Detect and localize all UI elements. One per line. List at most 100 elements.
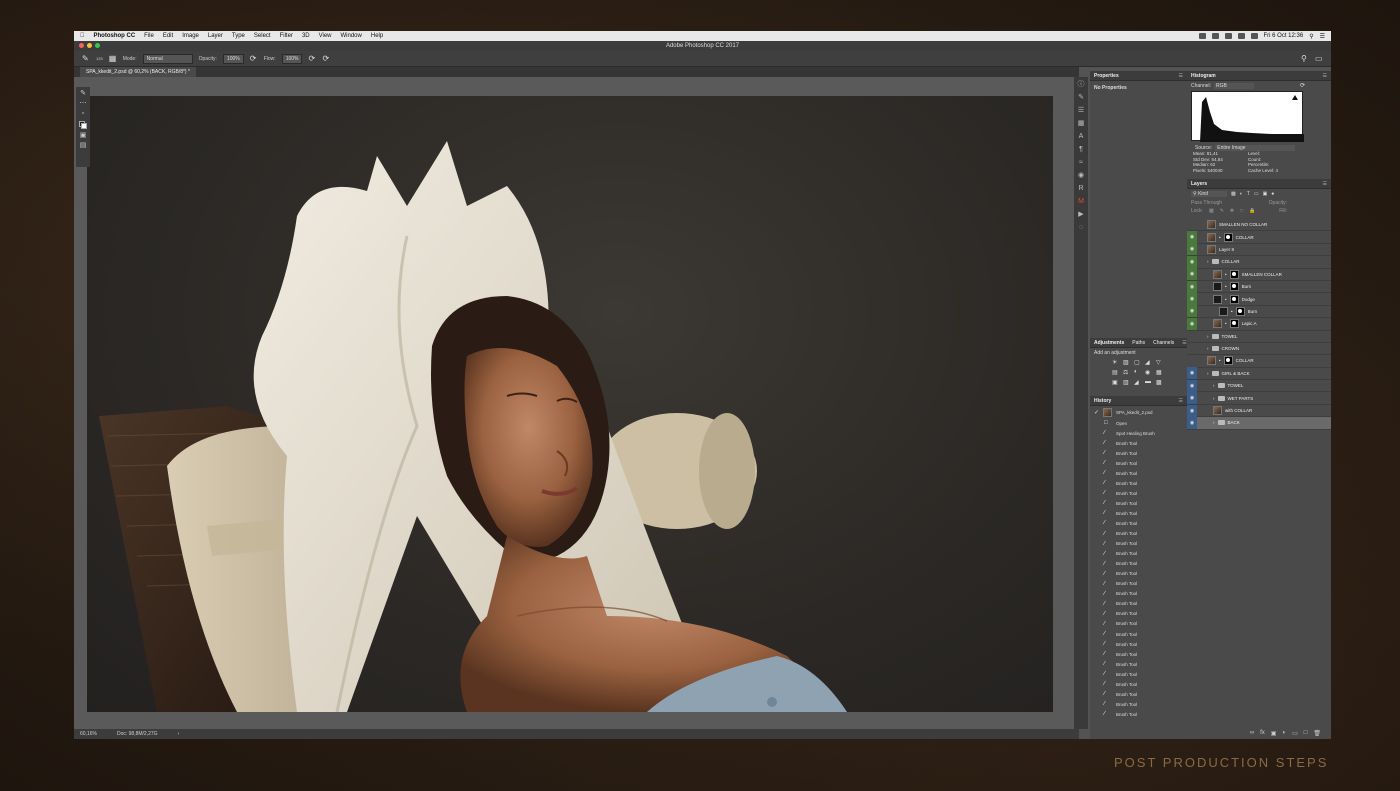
clone-source-icon[interactable]: ▦	[1078, 120, 1085, 127]
layer-row[interactable]: ◉ Layer 8	[1187, 243, 1331, 257]
visibility-eye-icon[interactable]: ◉	[1187, 404, 1197, 417]
visibility-eye-icon[interactable]	[1187, 219, 1197, 231]
expand-arrow-icon[interactable]: ›	[1213, 383, 1215, 388]
character-icon[interactable]: A	[1079, 133, 1084, 140]
blend-mode-select[interactable]: Pass Through	[1191, 200, 1222, 206]
chain-link-icon[interactable]: •	[1225, 284, 1227, 289]
volume-icon[interactable]	[1237, 33, 1245, 39]
layer-row[interactable]: ◉ › TOWEL	[1187, 379, 1331, 393]
screen-mode-icon[interactable]: ▤	[79, 142, 87, 149]
layer-filter-select[interactable]: ⚲ Kind	[1191, 191, 1227, 197]
delete-layer-icon[interactable]: 🗑	[1313, 730, 1321, 737]
menu-image[interactable]: Image	[182, 33, 199, 39]
close-window-icon[interactable]	[79, 43, 84, 48]
history-tab[interactable]: History	[1094, 398, 1111, 404]
default-colors-icon[interactable]: ▫	[79, 110, 87, 117]
selective-color-icon[interactable]: ▩	[1156, 379, 1164, 386]
history-item[interactable]: ∕ Brush Tool	[1090, 619, 1187, 629]
tab-channels[interactable]: Channels	[1153, 340, 1174, 346]
adjustment-thumbnail[interactable]	[1213, 294, 1222, 304]
mode-select[interactable]: Normal	[142, 53, 193, 64]
minimize-window-icon[interactable]	[87, 43, 92, 48]
chain-link-icon[interactable]: •	[1231, 309, 1233, 314]
brush-size[interactable]: 125	[96, 56, 103, 61]
sliders-icon[interactable]: ☰	[1078, 107, 1084, 114]
properties-tab[interactable]: Properties	[1094, 73, 1119, 79]
panel-menu-icon[interactable]: ☰	[1179, 73, 1183, 79]
doc-size[interactable]: Doc: 98,8M/2,27G	[117, 731, 158, 737]
status-icon[interactable]	[1198, 33, 1206, 39]
spotlight-icon[interactable]: ⚲	[1309, 33, 1313, 40]
channel-mixer-icon[interactable]: ▦	[1156, 369, 1164, 376]
background-color[interactable]	[81, 123, 87, 129]
visibility-eye-icon[interactable]: ◉	[1187, 255, 1197, 268]
layer-thumbnail[interactable]	[1207, 356, 1216, 366]
history-item[interactable]: ∕ Brush Tool	[1090, 559, 1187, 569]
history-item[interactable]: ∕ Brush Tool	[1090, 468, 1187, 478]
fx-icon[interactable]: fx	[1260, 730, 1265, 737]
menu-view[interactable]: View	[319, 33, 332, 39]
actions-play-icon[interactable]: ▶	[1078, 211, 1083, 218]
filter-adjustment-icon[interactable]: ◐	[1240, 191, 1243, 197]
layer-thumbnail[interactable]	[1213, 406, 1222, 416]
invert-icon[interactable]: ▣	[1112, 379, 1120, 386]
history-item[interactable]: ∕ Brush Tool	[1090, 649, 1187, 659]
layer-thumbnail[interactable]	[1207, 244, 1216, 254]
history-brush-source-icon[interactable]: ✓	[1094, 409, 1099, 416]
history-item[interactable]: ∕ Brush Tool	[1090, 629, 1187, 639]
layer-thumbnail[interactable]	[1213, 269, 1222, 279]
layer-mask-thumbnail[interactable]	[1229, 282, 1239, 292]
history-item[interactable]: ∕ Brush Tool	[1090, 458, 1187, 468]
layer-row[interactable]: ◉ • COLLAR	[1187, 231, 1331, 244]
chain-link-icon[interactable]: •	[1225, 272, 1227, 277]
history-item[interactable]: ∕ Brush Tool	[1090, 699, 1187, 709]
search-icon[interactable]: ⚲	[1301, 54, 1309, 63]
lock-move-icon[interactable]: ✥	[1230, 208, 1234, 214]
menu-help[interactable]: Help	[371, 33, 383, 39]
layer-row[interactable]: ◉ with COLLAR	[1187, 404, 1331, 418]
history-item[interactable]: ∕ Brush Tool	[1090, 508, 1187, 518]
layer-mask-thumbnail[interactable]	[1229, 294, 1239, 304]
notification-icon[interactable]: ☰	[1320, 33, 1325, 40]
visibility-eye-icon[interactable]: ◉	[1187, 367, 1197, 380]
plugin-m-icon[interactable]: M	[1078, 198, 1084, 205]
color-balance-icon[interactable]: ⚖	[1123, 369, 1131, 376]
layer-row[interactable]: › TOWEL	[1187, 331, 1331, 343]
add-mask-icon[interactable]: ▣	[1271, 730, 1277, 737]
visibility-eye-icon[interactable]: ◉	[1187, 231, 1197, 244]
panel-menu-icon[interactable]: ☰	[1179, 398, 1183, 404]
layer-mask-thumbnail[interactable]	[1229, 269, 1239, 279]
layer-row[interactable]: ◉ • SMALLEN COLLAR	[1187, 268, 1331, 281]
plugin-icon[interactable]: ≈	[1079, 159, 1083, 166]
visibility-eye-icon[interactable]: ◉	[1187, 243, 1197, 256]
history-item[interactable]: ∕ Brush Tool	[1090, 579, 1187, 589]
zoom-level[interactable]: 60,16%	[80, 731, 97, 737]
color-swatches[interactable]	[79, 121, 87, 129]
flow-field[interactable]: 100%	[281, 53, 303, 64]
expand-arrow-icon[interactable]: ›	[1207, 259, 1209, 264]
curves-icon[interactable]: ▢	[1134, 359, 1142, 366]
expand-arrow-icon[interactable]: ›	[1207, 346, 1209, 351]
levels-icon[interactable]: ▧	[1123, 359, 1131, 366]
history-item[interactable]: ∕ Brush Tool	[1090, 438, 1187, 448]
menu-edit[interactable]: Edit	[163, 33, 173, 39]
expand-arrow-icon[interactable]: ›	[1213, 396, 1215, 401]
pressure-size-icon[interactable]: ⟳	[322, 54, 330, 63]
clock[interactable]: Fri 6 Oct 12:36	[1264, 33, 1304, 39]
history-item[interactable]: ∕ Brush Tool	[1090, 448, 1187, 458]
history-item[interactable]: ∕ Brush Tool	[1090, 478, 1187, 488]
paragraph-icon[interactable]: ¶	[1079, 146, 1083, 153]
brightness-icon[interactable]: ☀	[1112, 359, 1120, 366]
histogram-tab[interactable]: Histogram	[1191, 73, 1216, 79]
tab-paths[interactable]: Paths	[1132, 340, 1145, 346]
filter-shape-icon[interactable]: ▭	[1254, 191, 1259, 197]
history-item[interactable]: ∕ Brush Tool	[1090, 498, 1187, 508]
layer-thumbnail[interactable]	[1213, 319, 1222, 329]
history-item[interactable]: ∕ Brush Tool	[1090, 709, 1187, 719]
history-item[interactable]: ∕ Brush Tool	[1090, 599, 1187, 609]
filter-pixel-icon[interactable]: ▩	[1231, 191, 1236, 197]
document-tab[interactable]: SPA_kkedit_2.psd @ 60,2% (BACK, RGB/8*) …	[80, 67, 196, 77]
filter-smart-icon[interactable]: ▣	[1263, 191, 1268, 197]
lock-all-icon[interactable]: 🔒	[1249, 208, 1255, 214]
brush-settings-icon[interactable]: ✎	[1078, 94, 1084, 101]
